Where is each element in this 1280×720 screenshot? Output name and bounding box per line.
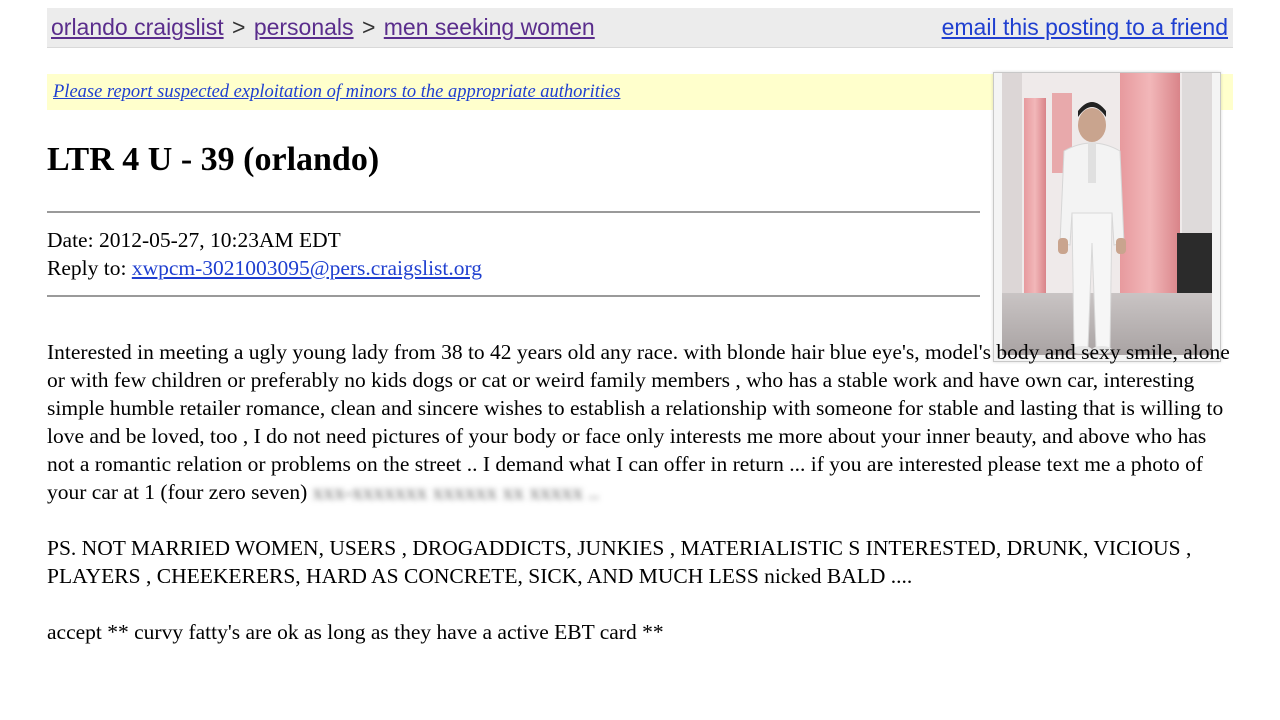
- redacted-phone-number: xxx-xxxxxxx xxxxxx xx xxxxx ..: [312, 480, 600, 504]
- posting-photo: [1002, 73, 1212, 355]
- email-to-friend-link[interactable]: email this posting to a friend: [942, 8, 1228, 46]
- body-paragraph: Interested in meeting a ugly young lady …: [47, 338, 1237, 506]
- body-main-text: Interested in meeting a ugly young lady …: [47, 340, 1230, 504]
- reply-email-link[interactable]: xwpcm-3021003095@pers.craigslist.org: [132, 256, 482, 280]
- breadcrumb: orlando craigslist > personals > men see…: [47, 8, 1233, 48]
- divider: [47, 211, 980, 213]
- posting-body: Interested in meeting a ugly young lady …: [47, 338, 1237, 646]
- body-ps-paragraph: PS. NOT MARRIED WOMEN, USERS , DROGADDIC…: [47, 536, 1192, 588]
- posting-reply-to: Reply to: xwpcm-3021003095@pers.craigsli…: [47, 254, 482, 282]
- breadcrumb-section-link[interactable]: personals: [254, 14, 354, 40]
- report-exploitation-link[interactable]: Please report suspected exploitation of …: [53, 82, 620, 102]
- divider: [47, 295, 980, 297]
- breadcrumb-category-link[interactable]: men seeking women: [384, 14, 595, 40]
- date-value: 2012-05-27, 10:23AM EDT: [98, 228, 341, 252]
- breadcrumb-site-link[interactable]: orlando craigslist: [51, 14, 224, 40]
- posting-photo-frame[interactable]: [993, 72, 1221, 362]
- reply-label: Reply to:: [47, 256, 127, 280]
- date-label: Date:: [47, 228, 94, 252]
- posting-title: LTR 4 U - 39 (orlando): [47, 141, 380, 178]
- breadcrumb-separator: >: [361, 14, 376, 40]
- body-accept-paragraph: accept ** curvy fatty's are ok as long a…: [47, 620, 664, 644]
- breadcrumb-separator: >: [231, 14, 246, 40]
- posting-date: Date: 2012-05-27, 10:23AM EDT: [47, 226, 341, 254]
